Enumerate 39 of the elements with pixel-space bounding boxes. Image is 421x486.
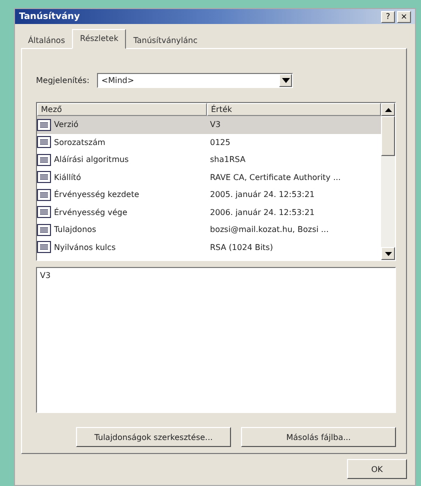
list-row[interactable]: Érvényesség kezdete 2005. január 24. 12:53:21: [37, 186, 381, 204]
field-value: sha1RSA: [209, 155, 246, 164]
field-name: Nyilvános kulcs: [54, 242, 116, 252]
window-title: Tanúsítvány: [19, 12, 80, 22]
list-row[interactable]: Aláírási algoritmus sha1RSA: [37, 151, 381, 168]
field-name: Verzió: [54, 120, 78, 130]
field-value: bozsi@mail.kozat.hu, Bozsi ...: [209, 225, 330, 234]
scroll-up-icon: [384, 108, 392, 112]
list-row[interactable]: Nyilvános kulcs RSA (1024 Bits): [37, 238, 381, 256]
show-dropdown[interactable]: <Mind>: [97, 73, 294, 88]
list-row[interactable]: Kiállító RAVE CA, Certificate Authority ...: [37, 168, 381, 186]
field-value: 2005. január 24. 12:53:21: [209, 190, 316, 200]
field-value: RAVE CA, Certificate Authority ...: [209, 172, 342, 182]
list-row[interactable]: Tulajdonos bozsi@mail.kozat.hu, Bozsi ...: [37, 221, 381, 238]
field-name: Sorozatszám: [54, 138, 106, 147]
action-button[interactable]: Másolás fájlba...: [241, 427, 396, 447]
column-header[interactable]: Mező: [37, 103, 207, 116]
ok-button[interactable]: OK: [347, 459, 407, 479]
title-bar-button[interactable]: ×: [397, 10, 411, 22]
field-value: V3: [209, 120, 222, 130]
show-label: Megjelenítés:: [36, 76, 90, 85]
field-name: Aláírási algoritmus: [54, 155, 129, 164]
scroll-down-icon: [384, 252, 392, 256]
field-value: 0125: [209, 138, 232, 147]
action-button[interactable]: Tulajdonságok szerkesztése...: [76, 427, 231, 447]
field-name: Érvényesség vége: [54, 208, 128, 217]
field-value: 2006. január 24. 12:53:21: [209, 208, 316, 217]
field-name: Érvényesség kezdete: [54, 190, 140, 200]
title-bar-button[interactable]: ?: [381, 10, 395, 22]
tab[interactable]: Részletek: [72, 29, 126, 49]
field-name: Tulajdonos: [54, 225, 96, 234]
scrollbar[interactable]: [381, 103, 395, 260]
column-header[interactable]: Érték: [207, 103, 381, 116]
field-name: Kiállító: [54, 172, 82, 182]
list-row[interactable]: Sorozatszám 0125: [37, 134, 381, 151]
field-value: RSA (1024 Bits): [209, 242, 274, 252]
value-detail-box[interactable]: V3: [36, 267, 396, 413]
list-row[interactable]: Verzió V3: [37, 116, 381, 134]
list-row[interactable]: Érvényesség vége 2006. január 24. 12:53:21: [37, 204, 381, 221]
